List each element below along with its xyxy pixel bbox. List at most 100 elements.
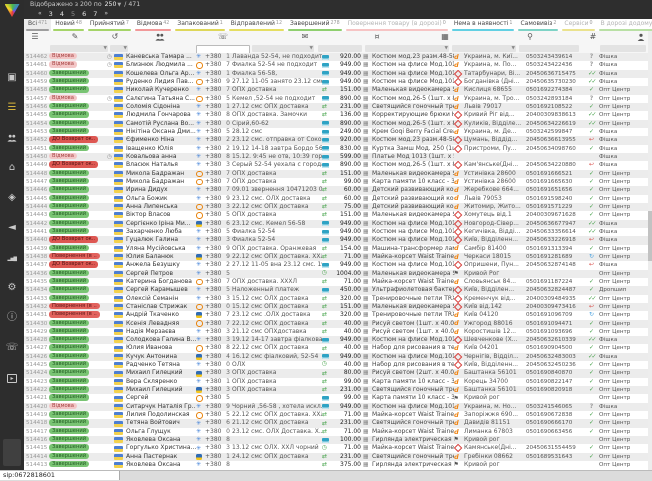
app-logo-icon[interactable]: [5, 4, 20, 17]
tab-Відправлений[interactable]: Відправлений12: [227, 19, 286, 31]
page-button-3[interactable]: 3: [49, 9, 53, 19]
status-badge[interactable]: Завершений: [49, 320, 89, 326]
first-page-button[interactable]: «: [38, 9, 42, 19]
source-filter[interactable]: ▼: [110, 45, 128, 52]
status-badge[interactable]: Завершений: [49, 461, 89, 467]
status-badge[interactable]: Завершений: [49, 103, 89, 109]
order-row[interactable]: 514415ЗавершенийГоргулько Христина...✳+3…: [24, 444, 648, 452]
status-badge[interactable]: Завершений: [49, 428, 89, 434]
status-badge[interactable]: Завершений: [49, 286, 89, 292]
vertical-scrollbar[interactable]: [648, 31, 652, 470]
page-button-6[interactable]: 6: [82, 9, 86, 19]
tab-Самовивіз[interactable]: Самовивіз2: [516, 19, 560, 31]
order-row[interactable]: 514426ЗавершенийКучук Антонина+380416.12…: [24, 353, 648, 361]
tab-Всі[interactable]: Всі471: [24, 19, 51, 31]
order-row[interactable]: 514444ЗавершенийАнна Липенська+380322.12…: [24, 203, 648, 211]
status-badge[interactable]: Завершений: [49, 128, 89, 134]
status-badge[interactable]: Завершений: [49, 419, 89, 425]
status-badge[interactable]: Завершений: [49, 270, 89, 276]
status-badge[interactable]: Завершений: [49, 353, 89, 359]
status-badge[interactable]: Завершений: [49, 211, 89, 217]
status-badge[interactable]: Завершений: [49, 278, 89, 284]
status-badge[interactable]: Завершений: [49, 378, 89, 384]
tab-Новий[interactable]: Новий48: [51, 19, 86, 31]
status-badge[interactable]: Відмова: [49, 53, 77, 59]
status-badge[interactable]: Повернення (в ..: [49, 303, 100, 309]
tab-Завершений[interactable]: Завершений278: [286, 19, 344, 31]
sidebar-item-dashboard[interactable]: ▣: [0, 63, 24, 93]
order-row[interactable]: 514423ЗавершенийВера Скляренко✳+3801ОПХ …: [24, 378, 648, 386]
tab-Відмова[interactable]: Відмова42: [133, 19, 173, 31]
page-button-7[interactable]: 7: [93, 9, 97, 19]
order-row[interactable]: 514453ЗавершенийНікітіна Оксана Дми...✳+…: [24, 128, 648, 136]
status-badge[interactable]: Повернення (в ..: [49, 253, 100, 259]
order-row[interactable]: 514443ЗавершенийВіктор Власов+3805ОПХ до…: [24, 211, 648, 219]
order-row[interactable]: 514447ЗавершенийМикола Бадражан+3807ОПХ …: [24, 178, 648, 186]
order-row[interactable]: 514427ЗавершенийЮлия Иванова+380822.12 с…: [24, 344, 648, 352]
order-row[interactable]: 514437ДО Возврат ок..Анжела Безушку✳+380…: [24, 261, 648, 269]
order-row[interactable]: 514454ЗавершенийСамотій Руслана Во...✳+3…: [24, 120, 648, 128]
order-row[interactable]: 514449ДО Возврат ок..Власюк Наталья✳+380…: [24, 161, 648, 169]
order-row[interactable]: 514432Повернення (в ..Станіслав Стрижак+…: [24, 303, 648, 311]
status-badge[interactable]: Завершений: [49, 170, 89, 176]
status-badge[interactable]: Завершений: [49, 178, 89, 184]
status-badge[interactable]: Завершений: [49, 444, 89, 450]
status-badge[interactable]: Завершений: [49, 453, 89, 459]
order-row[interactable]: 514450Відмова◷Ковальова анна✳+380815.12.…: [24, 153, 648, 161]
sidebar-item-settings[interactable]: ⚙: [0, 273, 24, 303]
order-row[interactable]: 514420ВідмоваСитарчук Наталія Гр...✳+380…: [24, 403, 648, 411]
status-badge[interactable]: Завершений: [49, 436, 89, 442]
order-row[interactable]: 514438Повернення (в ..Юлия Баланюк+38092…: [24, 253, 648, 261]
order-row[interactable]: 514417ЗавершенийОльга Глущук✳+380023.12 …: [24, 428, 648, 436]
order-row[interactable]: 514446ЗавершенийИрина Дидух✳+380709.01 з…: [24, 186, 648, 194]
scrollbar-thumb[interactable]: [648, 211, 652, 261]
last-page-button[interactable]: »: [104, 9, 108, 19]
order-row[interactable]: 514451ЗавершенийІващенко Юлія✳+380219.12…: [24, 145, 648, 153]
tracking-icon[interactable]: #: [590, 31, 597, 43]
status-badge[interactable]: Завершений: [49, 344, 89, 350]
order-row[interactable]: 514429ЗавершенийНадія Мерзаєва✳+380321.1…: [24, 328, 648, 336]
status-badge[interactable]: Завершений: [49, 120, 89, 126]
location-icon[interactable]: ⚲: [527, 31, 533, 43]
clients-icon[interactable]: [155, 31, 165, 43]
page-button-5[interactable]: 5: [71, 9, 75, 19]
status-badge[interactable]: ДО Возврат ок..: [49, 236, 98, 242]
order-row[interactable]: 514442ЗавершенийСергієнко Іріна Ми...+38…: [24, 220, 648, 228]
tab-Нема в наявності[interactable]: Нема в наявності1: [450, 19, 517, 31]
sidebar-item-orders[interactable]: ☰: [0, 93, 24, 123]
status-badge[interactable]: Завершений: [49, 220, 89, 226]
status-badge[interactable]: Завершений: [49, 111, 89, 117]
comment-filter[interactable]: ▼: [252, 45, 314, 52]
sidebar-item-clients[interactable]: [0, 123, 24, 153]
status-badge[interactable]: Завершений: [49, 203, 89, 209]
ttn-filter[interactable]: [519, 45, 579, 52]
sidebar-item-stats[interactable]: ▂▅▇: [0, 243, 24, 273]
order-row[interactable]: 514435ЗавершенийКатерина Богданова+3807О…: [24, 278, 648, 286]
status-badge[interactable]: Відмова: [49, 61, 77, 67]
sidebar-item-info[interactable]: ⓘ: [0, 303, 24, 333]
status-badge[interactable]: Завершений: [49, 145, 89, 151]
status-badge[interactable]: Завершений: [49, 86, 89, 92]
status-badge[interactable]: ДО Возврат ок..: [49, 136, 98, 142]
order-row[interactable]: 514419ЗавершенийЛилия Подолинская+380522…: [24, 411, 648, 419]
tab-Прийнятий[interactable]: Прийнятий7: [86, 19, 133, 31]
order-row[interactable]: 514439ЗавершенийУляна Мусійовська✳+3809О…: [24, 245, 648, 253]
message-icon[interactable]: ✉: [302, 31, 309, 43]
status-badge[interactable]: Завершений: [49, 70, 89, 76]
tab-Повернення товару (в дорозі)[interactable]: Повернення товару (в дорозі)0: [344, 19, 450, 31]
status-badge[interactable]: Завершений: [49, 186, 89, 192]
order-row[interactable]: 514441ЗавершенийЗахарченко Люба✳+3805Фиа…: [24, 228, 648, 236]
order-row[interactable]: 514418ЗавершенийТетяна Войтович✳+380621.…: [24, 419, 648, 427]
order-row[interactable]: 514456ЗавершенийСоломія Сідоніна✳+380127…: [24, 103, 648, 111]
status-badge[interactable]: ДО Возврат ок..: [49, 161, 98, 167]
order-row[interactable]: 514434ЗавершенийСергей Карамышев✳+3805На…: [24, 286, 648, 294]
order-row[interactable]: 514455ЗавершенийЛюдмила Гончарова✳+3808О…: [24, 111, 648, 119]
city-filter[interactable]: ▼: [452, 45, 516, 52]
sidebar-item-support[interactable]: ☏: [0, 333, 24, 363]
status-badge[interactable]: Відмова: [49, 403, 77, 409]
page-button-4[interactable]: 4: [60, 9, 64, 19]
sidebar-item-video[interactable]: ▸: [0, 363, 24, 393]
money-icon[interactable]: ¤: [374, 31, 379, 43]
order-row[interactable]: 514416ЗавершенийЯковлева Оксана✳+3808100…: [24, 436, 648, 444]
tab-В дорозі додому[interactable]: В дорозі додому0: [597, 19, 652, 31]
